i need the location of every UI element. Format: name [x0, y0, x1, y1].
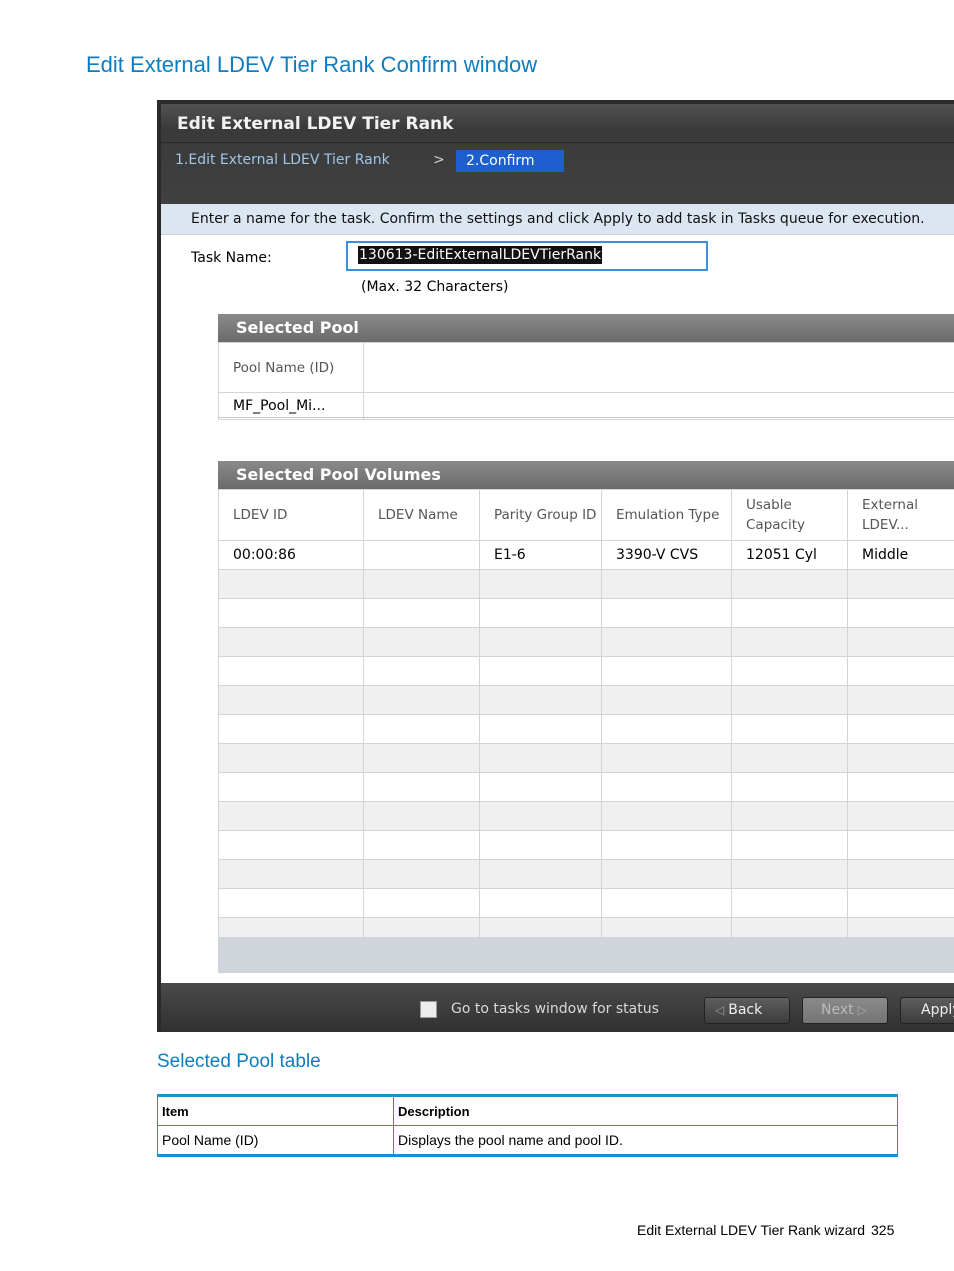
empty-row: [218, 801, 954, 831]
task-name-label: Task Name:: [191, 250, 272, 266]
parity-group-cell: E1-6: [479, 540, 602, 570]
pool-name-cell: MF_Pool_Mi...: [218, 392, 364, 420]
page-number: 325: [871, 1222, 895, 1238]
back-arrow-icon: ◁: [715, 1003, 725, 1017]
ldev-name-column-header[interactable]: LDEV Name: [363, 489, 480, 541]
window-footer: Go to tasks window for status ◁ Back Next…: [161, 983, 954, 1032]
empty-row: [218, 598, 954, 628]
selected-pool-grid: Pool Name (ID) MF_Pool_Mi...: [218, 342, 954, 420]
wizard-step-edit[interactable]: 1.Edit External LDEV Tier Rank: [175, 152, 390, 168]
empty-row: [218, 569, 954, 599]
empty-row: [218, 859, 954, 889]
empty-row: [218, 656, 954, 686]
instruction-text: Enter a name for the task. Confirm the s…: [191, 211, 925, 227]
table-row: Pool Name (ID) Displays the pool name an…: [157, 1125, 898, 1157]
description-table: Item Description Pool Name (ID) Displays…: [157, 1094, 898, 1157]
description-cell: Displays the pool name and pool ID.: [393, 1125, 898, 1157]
item-cell: Pool Name (ID): [157, 1125, 394, 1157]
pool-name-column-header[interactable]: Pool Name (ID): [218, 342, 364, 393]
emulation-type-cell: 3390-V CVS: [601, 540, 732, 570]
empty-row: [218, 685, 954, 715]
column-header-row: LDEV ID LDEV Name Parity Group ID Emulat…: [218, 489, 954, 541]
header-divider: [161, 142, 954, 143]
task-name-value: 130613-EditExternalLDEVTierRank: [358, 246, 603, 264]
table-row[interactable]: 00:00:86 E1-6 3390-V CVS 12051 Cyl Middl…: [218, 540, 954, 570]
page-title: Edit External LDEV Tier Rank Confirm win…: [86, 52, 538, 77]
selected-pool-volumes-header: Selected Pool Volumes: [218, 461, 954, 489]
empty-row: [218, 830, 954, 860]
selected-pool-header: Selected Pool: [218, 314, 954, 342]
empty-row: [218, 917, 954, 939]
next-button[interactable]: Next ▷: [802, 997, 888, 1024]
dialog-window: Edit External LDEV Tier Rank 1.Edit Exte…: [161, 104, 954, 1032]
selected-pool-volumes-grid: LDEV ID LDEV Name Parity Group ID Emulat…: [218, 489, 954, 939]
task-name-hint: (Max. 32 Characters): [361, 279, 509, 295]
back-button[interactable]: ◁ Back: [704, 997, 790, 1024]
external-ldev-column-header[interactable]: External LDEV...: [847, 489, 954, 541]
empty-row: [218, 888, 954, 918]
window-title: Edit External LDEV Tier Rank: [177, 114, 454, 134]
wizard-step-confirm[interactable]: 2.Confirm: [456, 150, 564, 172]
go-to-tasks-label[interactable]: Go to tasks window for status: [451, 1001, 659, 1017]
empty-cell: [363, 392, 954, 420]
section-title: Selected Pool table: [157, 1051, 321, 1072]
description-table-header: Item Description: [157, 1094, 898, 1126]
empty-row: [218, 743, 954, 773]
apply-button-label: Apply: [921, 1002, 954, 1018]
usable-capacity-column-header[interactable]: Usable Capacity: [731, 489, 848, 541]
task-name-input[interactable]: 130613-EditExternalLDEVTierRank: [346, 241, 708, 271]
next-button-label: Next: [821, 1002, 854, 1018]
grid-footer-bar: [218, 937, 954, 973]
empty-row: [218, 772, 954, 802]
go-to-tasks-checkbox[interactable]: [420, 1001, 437, 1018]
empty-header-cell: [363, 342, 954, 393]
description-column-header: Description: [393, 1094, 898, 1126]
empty-row: [218, 627, 954, 657]
window-screenshot: Edit External LDEV Tier Rank 1.Edit Exte…: [157, 100, 954, 1032]
ldev-id-cell: 00:00:86: [218, 540, 364, 570]
item-column-header: Item: [157, 1094, 394, 1126]
ldev-name-cell: [363, 540, 480, 570]
empty-row: [218, 714, 954, 744]
back-button-label: Back: [728, 1002, 763, 1018]
parity-group-column-header[interactable]: Parity Group ID: [479, 489, 602, 541]
ldev-id-column-header[interactable]: LDEV ID: [218, 489, 364, 541]
external-ldev-cell: Middle: [847, 540, 954, 570]
instruction-bar: Enter a name for the task. Confirm the s…: [161, 204, 954, 235]
usable-capacity-cell: 12051 Cyl: [731, 540, 848, 570]
emulation-type-column-header[interactable]: Emulation Type: [601, 489, 732, 541]
wizard-step-separator: >: [433, 152, 445, 168]
window-header: Edit External LDEV Tier Rank 1.Edit Exte…: [161, 104, 954, 204]
apply-button[interactable]: Apply: [900, 997, 954, 1024]
table-row[interactable]: MF_Pool_Mi...: [218, 392, 954, 420]
page-footer-text: Edit External LDEV Tier Rank wizard: [637, 1222, 865, 1238]
pool-grid-bottom: [218, 417, 954, 418]
next-arrow-icon: ▷: [857, 1003, 867, 1017]
